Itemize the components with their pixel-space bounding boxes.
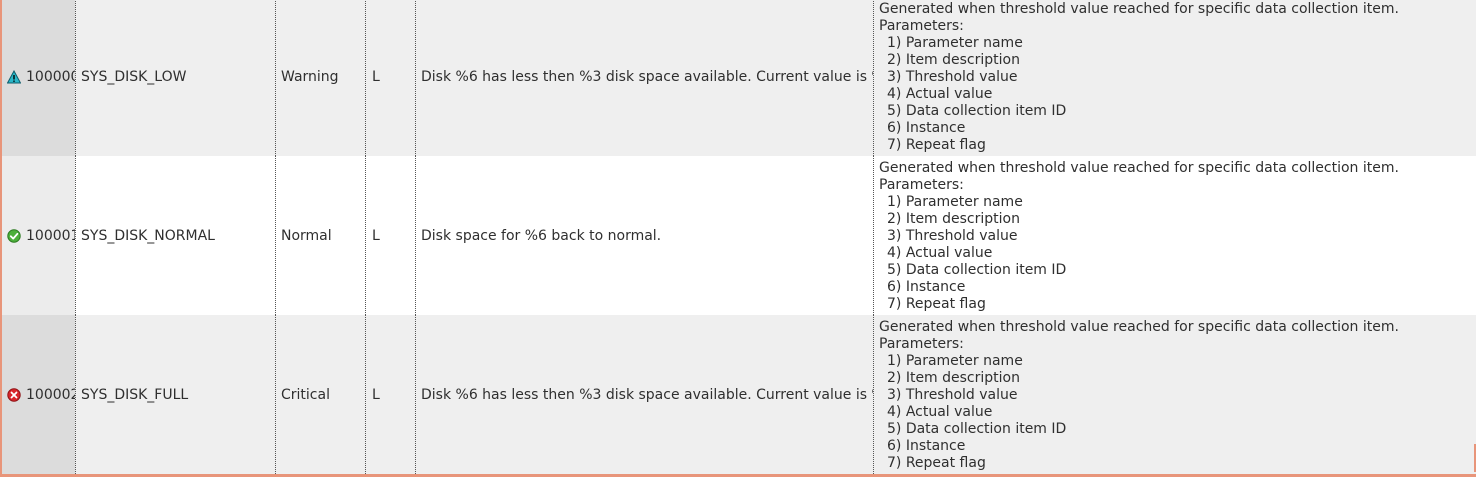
table-row[interactable]: 100002 SYS_DISK_FULL Critical L Disk %6 … xyxy=(2,315,1476,474)
event-code: 100001 xyxy=(26,227,75,244)
description-params-label: Parameters: xyxy=(879,336,964,352)
description-param: 3) Threshold value xyxy=(887,228,1018,244)
event-code-cell: 100001 xyxy=(2,156,75,315)
event-name: SYS_DISK_FULL xyxy=(81,386,189,403)
description-param: 4) Actual value xyxy=(887,404,993,420)
column-separator xyxy=(415,315,416,474)
description-param: 1) Parameter name xyxy=(887,35,1023,51)
event-code: 100002 xyxy=(26,386,75,403)
description-param: 5) Data collection item ID xyxy=(887,262,1067,278)
column-separator xyxy=(873,0,874,156)
description-param: 3) Threshold value xyxy=(887,69,1018,85)
description-params-label: Parameters: xyxy=(879,18,964,34)
description-intro: Generated when threshold value reached f… xyxy=(879,160,1399,176)
ok-icon xyxy=(7,228,21,243)
column-separator xyxy=(415,156,416,315)
event-flags: L xyxy=(372,386,380,403)
description-intro: Generated when threshold value reached f… xyxy=(879,319,1399,335)
column-separator xyxy=(75,315,76,474)
description-param: 1) Parameter name xyxy=(887,194,1023,210)
description-param: 2) Item description xyxy=(887,370,1020,386)
description-param: 7) Repeat flag xyxy=(887,296,986,312)
description-param: 1) Parameter name xyxy=(887,353,1023,369)
column-separator xyxy=(275,156,276,315)
column-separator xyxy=(365,0,366,156)
event-message: Disk space for %6 back to normal. xyxy=(421,227,662,244)
event-severity: Normal xyxy=(281,227,332,244)
event-message: Disk %6 has less then %3 disk space avai… xyxy=(421,68,873,85)
description-param: 6) Instance xyxy=(887,120,966,136)
description-param: 7) Repeat flag xyxy=(887,455,986,471)
table-row[interactable]: 100001 SYS_DISK_NORMAL Normal L Disk spa… xyxy=(2,156,1476,315)
column-separator xyxy=(275,315,276,474)
event-name: SYS_DISK_LOW xyxy=(81,68,187,85)
description-param: 2) Item description xyxy=(887,211,1020,227)
description-param: 4) Actual value xyxy=(887,86,993,102)
event-description: Generated when threshold value reached f… xyxy=(873,0,1476,156)
warning-icon xyxy=(7,69,21,83)
column-separator xyxy=(75,0,76,156)
column-separator xyxy=(365,315,366,474)
description-param: 4) Actual value xyxy=(887,245,993,261)
event-description: Generated when threshold value reached f… xyxy=(873,156,1476,315)
event-flags: L xyxy=(372,68,380,85)
event-code: 100000 xyxy=(26,68,75,85)
event-name: SYS_DISK_NORMAL xyxy=(81,227,215,244)
description-param: 6) Instance xyxy=(887,279,966,295)
column-separator xyxy=(415,0,416,156)
description-intro: Generated when threshold value reached f… xyxy=(879,1,1399,17)
column-separator xyxy=(873,315,874,474)
event-severity: Warning xyxy=(281,68,339,85)
description-param: 6) Instance xyxy=(887,438,966,454)
description-params-label: Parameters: xyxy=(879,177,964,193)
column-separator xyxy=(365,156,366,315)
event-flags: L xyxy=(372,227,380,244)
description-param: 3) Threshold value xyxy=(887,387,1018,403)
event-code-cell: 100002 xyxy=(2,315,75,474)
description-param: 7) Repeat flag xyxy=(887,137,986,153)
event-template-table[interactable]: 100000 SYS_DISK_LOW Warning L Disk %6 ha… xyxy=(0,0,1476,477)
description-param: 2) Item description xyxy=(887,52,1020,68)
column-separator xyxy=(873,156,874,315)
table-row[interactable]: 100000 SYS_DISK_LOW Warning L Disk %6 ha… xyxy=(2,0,1476,156)
description-param: 5) Data collection item ID xyxy=(887,103,1067,119)
column-separator xyxy=(275,0,276,156)
event-message: Disk %6 has less then %3 disk space avai… xyxy=(421,386,873,403)
event-description: Generated when threshold value reached f… xyxy=(873,315,1476,474)
description-param: 5) Data collection item ID xyxy=(887,421,1067,437)
column-separator xyxy=(75,156,76,315)
event-severity: Critical xyxy=(281,386,330,403)
critical-icon xyxy=(7,387,21,402)
event-code-cell: 100000 xyxy=(2,0,75,156)
